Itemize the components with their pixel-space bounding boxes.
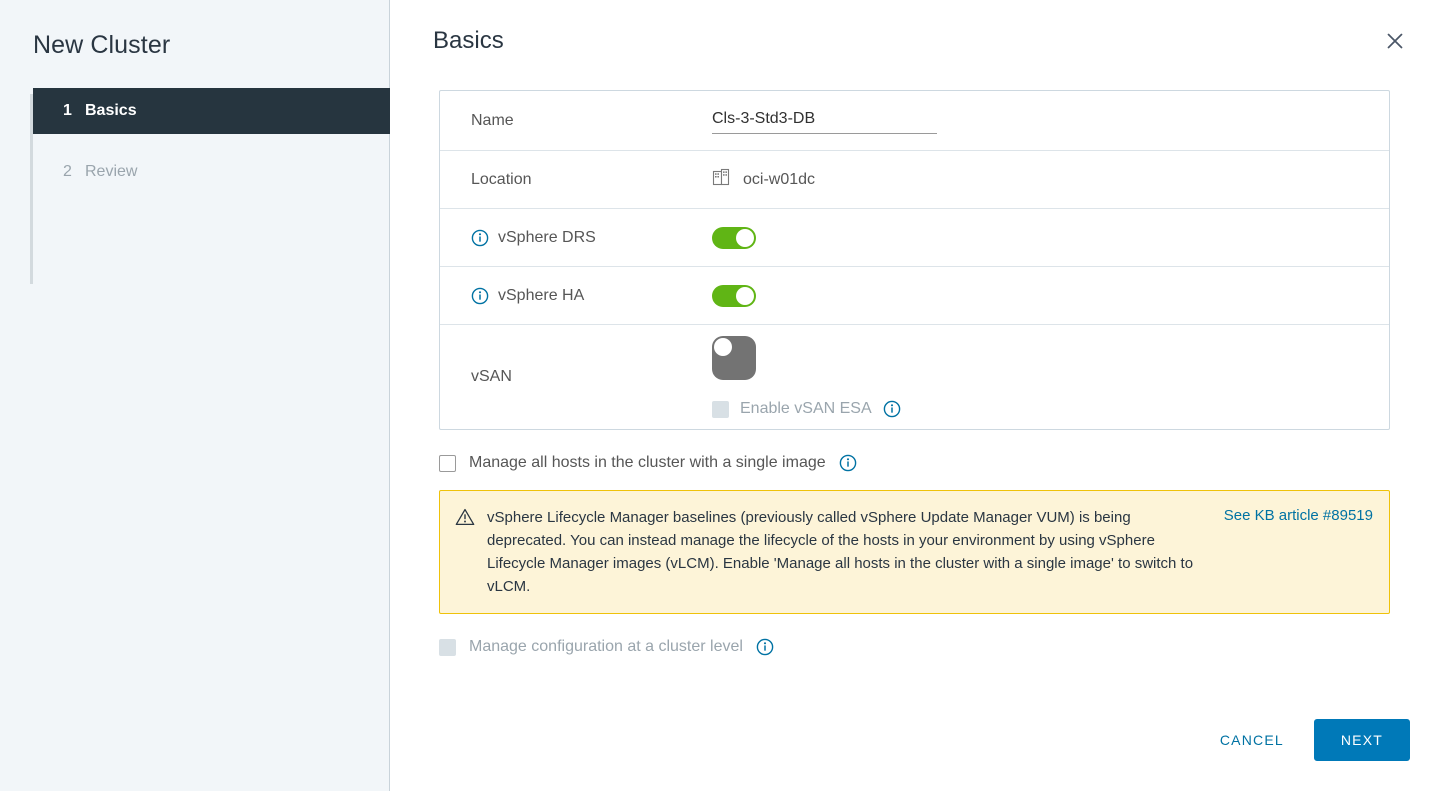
vsan-esa-row: Enable vSAN ESA (712, 400, 901, 418)
steps-track-line (30, 94, 33, 284)
page-header: Basics (390, 0, 1440, 56)
vsan-label: vSAN (471, 368, 512, 385)
form-row-vsphere-ha: vSphere HA (440, 267, 1389, 325)
ha-value-cell (712, 284, 1389, 307)
toggle-knob (736, 286, 754, 305)
manage-single-image-label[interactable]: Manage all hosts in the cluster with a s… (469, 454, 826, 472)
wizard-main-panel: Basics Name Location (390, 0, 1440, 791)
wizard-footer: CANCEL NEXT (1202, 719, 1410, 761)
step-number-2: 2 (63, 163, 72, 180)
step-label-basics: Basics (85, 102, 137, 119)
warning-message: vSphere Lifecycle Manager baselines (pre… (487, 509, 1194, 595)
basics-form-table: Name Location (439, 90, 1390, 430)
drs-value-cell (712, 226, 1389, 249)
manage-cluster-config-label: Manage configuration at a cluster level (469, 638, 743, 655)
wizard-title: New Cluster (33, 31, 171, 59)
wizard-content: Name Location (390, 90, 1440, 656)
location-value-cell: oci-w01dc (712, 168, 1389, 192)
vsphere-drs-toggle[interactable] (712, 226, 756, 249)
cancel-button[interactable]: CANCEL (1202, 722, 1302, 758)
kb-article-link[interactable]: See KB article #89519 (1224, 507, 1373, 524)
vsphere-ha-toggle[interactable] (712, 284, 756, 307)
vlcm-deprecation-warning: vSphere Lifecycle Manager baselines (pre… (439, 490, 1390, 614)
toggle-knob (736, 228, 754, 247)
new-cluster-wizard: New Cluster 1 Basics 2 Review Basics Nam… (0, 0, 1440, 791)
wizard-steps: 1 Basics 2 Review (0, 88, 390, 284)
cluster-name-input[interactable] (712, 107, 937, 134)
form-row-vsan: vSAN Enable vSAN ESA (440, 325, 1389, 429)
enable-vsan-esa-label: Enable vSAN ESA (740, 400, 872, 417)
manage-cluster-config-checkbox (439, 638, 456, 656)
next-button[interactable]: NEXT (1313, 719, 1410, 761)
datacenter-icon (712, 168, 731, 192)
vsan-esa-info-icon[interactable] (883, 400, 901, 418)
sidebar-step-review[interactable]: 2 Review (33, 149, 390, 195)
wizard-sidebar: New Cluster 1 Basics 2 Review (0, 0, 390, 791)
name-value-cell (712, 107, 1389, 134)
cluster-config-info-icon[interactable] (756, 638, 774, 656)
manage-cluster-config-row: Manage configuration at a cluster level (439, 638, 1391, 656)
form-row-location: Location oci-w01dc (440, 151, 1389, 209)
warning-triangle-icon (455, 508, 475, 531)
form-row-name: Name (440, 91, 1389, 151)
name-label: Name (471, 111, 514, 129)
manage-single-image-checkbox[interactable] (439, 454, 456, 472)
toggle-knob (714, 338, 732, 356)
page-title: Basics (433, 27, 504, 54)
ha-label-cell: vSphere HA (440, 287, 712, 305)
vsan-value-cell: Enable vSAN ESA (712, 336, 1389, 418)
ha-label: vSphere HA (498, 286, 585, 304)
step-number-1: 1 (63, 102, 72, 119)
location-value: oci-w01dc (743, 170, 816, 188)
manage-single-image-row: Manage all hosts in the cluster with a s… (439, 454, 1391, 472)
drs-label: vSphere DRS (498, 228, 596, 246)
vsan-toggle[interactable] (712, 336, 756, 380)
drs-info-icon[interactable] (471, 229, 489, 247)
sidebar-step-basics[interactable]: 1 Basics (33, 88, 390, 134)
ha-info-icon[interactable] (471, 287, 489, 305)
form-row-vsphere-drs: vSphere DRS (440, 209, 1389, 267)
enable-vsan-esa-checkbox (712, 400, 729, 418)
location-label: Location (471, 170, 532, 188)
drs-label-cell: vSphere DRS (440, 229, 712, 247)
close-icon[interactable] (1380, 26, 1410, 56)
step-label-review: Review (85, 163, 138, 180)
single-image-info-icon[interactable] (839, 454, 857, 472)
